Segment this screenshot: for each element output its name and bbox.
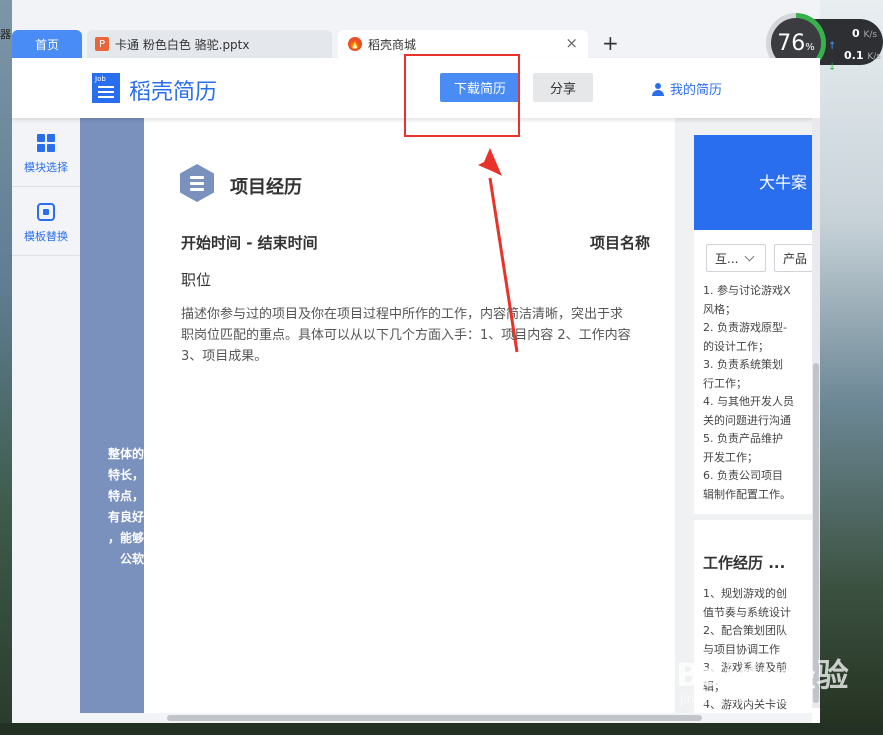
desktop-cut-text: 器 — [0, 28, 11, 41]
sidebar-item-label: 模板替换 — [24, 230, 68, 243]
tab-home[interactable]: 首页 — [12, 30, 82, 58]
percent-value: 76 — [777, 30, 806, 56]
download-arrow-icon: ↓ — [828, 62, 837, 73]
project-section-icon — [180, 164, 214, 202]
tab-bar: 首页 P 卡通 粉色白色 骆驼.pptx 🔥 稻壳商城 × + ☐ — [12, 0, 820, 58]
my-resume-label: 我的简历 — [670, 83, 723, 98]
desktop-left-edge: 器 — [0, 0, 12, 735]
strip-line: ，能够 — [107, 531, 144, 545]
logo-text: 稻壳简历 — [129, 80, 218, 105]
sidebar-item-label: 模块选择 — [24, 161, 68, 174]
desktop-right-edge — [820, 0, 883, 735]
download-value: 0.1 — [844, 49, 864, 62]
speed-unit: K/s — [863, 30, 878, 40]
position-field[interactable]: 职位 — [181, 269, 211, 290]
tab-pptx-label: 卡通 粉色白色 骆驼.pptx — [115, 37, 250, 52]
speed-unit: K/s — [867, 52, 881, 62]
browser-window: 首页 P 卡通 粉色白色 骆驼.pptx 🔥 稻壳商城 × + ☐ Job 稻壳… — [12, 0, 820, 723]
watermark-sub: jingyan.baidu.com — [680, 692, 791, 706]
upload-speed: 0 K/s — [852, 27, 877, 40]
desktop-bottom-edge — [0, 723, 883, 735]
upload-value: 0 — [852, 27, 860, 40]
user-icon — [652, 82, 664, 96]
chevron-down-icon — [745, 251, 755, 262]
strip-text: 整体的 特长， 特点， 有良好 ，能够 公软 — [84, 444, 144, 570]
section-title[interactable]: 项目经历 — [230, 173, 302, 199]
flame-icon: 🔥 — [348, 37, 362, 51]
project-description[interactable]: 描述你参与过的项目及你在项目过程中所作的工作，内容简洁清晰，突出于求职岗位匹配的… — [181, 304, 633, 367]
new-tab-button[interactable]: + — [602, 31, 619, 55]
logo-small-text: Job — [95, 75, 106, 83]
industry-select[interactable]: 互... — [706, 244, 766, 272]
strip-line: 特长， — [107, 468, 144, 482]
pptx-icon: P — [95, 37, 109, 51]
strip-line: 特点， — [107, 489, 144, 503]
right-panel: 大牛案 互... 产品 1. 参与讨论游戏X 风格； 2. 负责游戏原型- 的设… — [675, 118, 820, 723]
my-resume-link[interactable]: 我的简历 — [652, 79, 722, 98]
watermark: Baidu经验 — [676, 656, 850, 694]
upload-arrow-icon: ↑ — [828, 41, 837, 52]
horizontal-scrollbar[interactable] — [12, 713, 812, 723]
strip-line: 整体的 — [107, 447, 144, 461]
resume-page[interactable]: 项目经历 开始时间 - 结束时间 项目名称 职位 描述你参与过的项目及你在项目过… — [144, 118, 675, 723]
resume-side-strip: 整体的 特长， 特点， 有良好 ，能够 公软 — [80, 118, 144, 723]
close-icon[interactable]: × — [565, 35, 578, 51]
tab-pptx[interactable]: P 卡通 粉色白色 骆驼.pptx — [87, 30, 352, 58]
time-range[interactable]: 开始时间 - 结束时间 — [181, 232, 318, 253]
grid-icon — [37, 134, 55, 152]
strip-line: 有良好 — [107, 510, 144, 524]
case-text: 1. 参与讨论游戏X 风格； 2. 负责游戏原型- 的设计工作； 3. 负责系统… — [703, 284, 794, 501]
share-button[interactable]: 分享 — [533, 73, 593, 102]
role-select-value: 产品 — [783, 251, 808, 266]
logo-icon: Job — [92, 73, 120, 103]
industry-select-value: 互... — [715, 251, 739, 266]
left-sidebar: 模块选择 模板替换 — [12, 118, 80, 723]
case-card: 互... 产品 1. 参与讨论游戏X 风格； 2. 负责游戏原型- 的设计工作；… — [694, 230, 820, 514]
vertical-scrollbar[interactable] — [812, 118, 820, 708]
work-experience-title[interactable]: 工作经历 ... — [703, 552, 785, 573]
swap-icon — [37, 203, 55, 221]
percent-unit: % — [805, 41, 815, 53]
strip-line: 公软 — [119, 552, 144, 566]
case-banner[interactable]: 大牛案 — [694, 135, 820, 230]
highlight-box — [404, 54, 520, 137]
download-speed: 0.1 K/s — [844, 49, 881, 62]
horizontal-scroll-thumb[interactable] — [167, 715, 702, 721]
tab-store-label: 稻壳商城 — [368, 37, 417, 52]
tab-home-label: 首页 — [34, 37, 59, 52]
sidebar-item-module-select[interactable]: 模块选择 — [12, 118, 80, 187]
project-name[interactable]: 项目名称 — [590, 232, 650, 253]
sidebar-item-template-replace[interactable]: 模板替换 — [12, 187, 80, 256]
